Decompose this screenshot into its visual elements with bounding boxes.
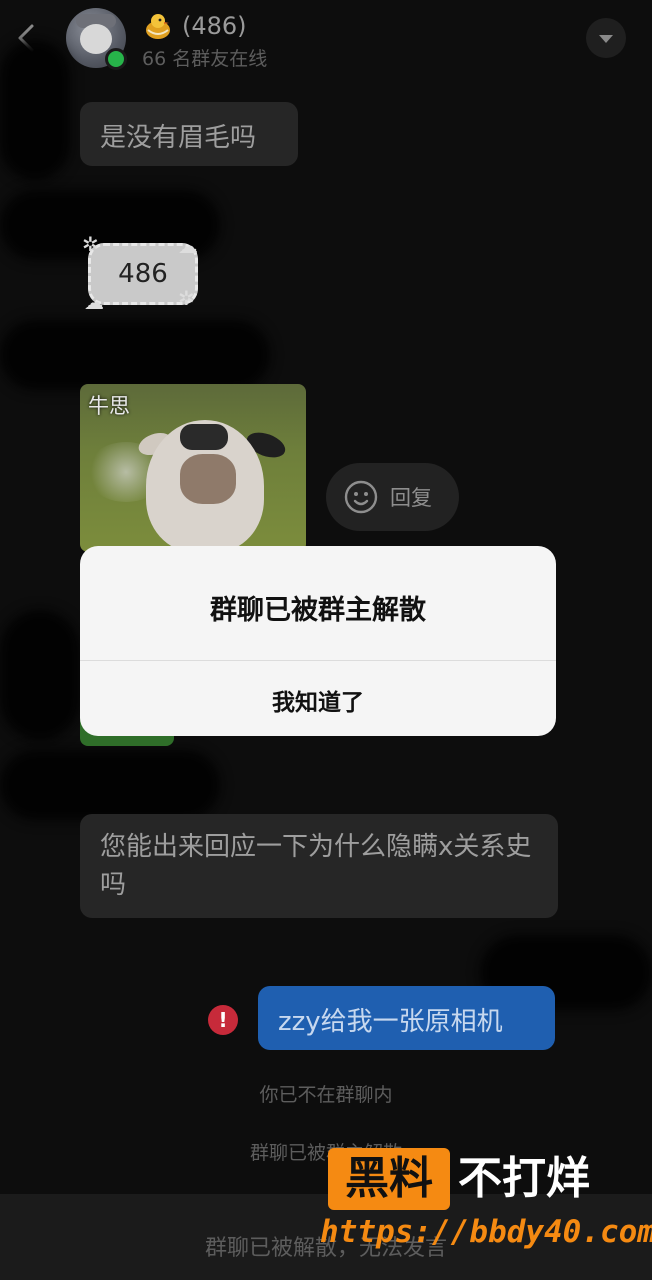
message-bubble[interactable]: 您能出来回应一下为什么隐瞒x关系史吗 bbox=[80, 814, 558, 918]
redaction-scribble bbox=[0, 610, 80, 740]
online-count: 66 名群友在线 bbox=[142, 48, 268, 70]
reply-button[interactable]: 回复 bbox=[326, 463, 459, 531]
reply-label: 回复 bbox=[390, 486, 432, 510]
cloud-icon: ☁ bbox=[178, 234, 198, 258]
online-status-dot bbox=[105, 48, 127, 70]
watermark-url: https://bbdy40.com bbox=[320, 1214, 652, 1250]
chat-header: (486) 66 名群友在线 bbox=[0, 0, 652, 80]
my-message-bubble[interactable]: zzy给我一张原相机 bbox=[258, 986, 555, 1050]
meme-caption: 牛思 bbox=[88, 394, 130, 418]
sticker-text: 486 bbox=[118, 259, 168, 289]
dialog-title: 群聊已被群主解散 bbox=[210, 595, 426, 626]
sparkle-icon: ✲ bbox=[82, 232, 99, 256]
chevron-down-icon[interactable] bbox=[586, 18, 626, 58]
smile-icon bbox=[344, 480, 378, 514]
confirm-button[interactable]: 我知道了 bbox=[80, 661, 556, 736]
redaction-scribble bbox=[0, 40, 70, 180]
cloud-icon: ☁ bbox=[84, 290, 104, 314]
error-icon[interactable]: ! bbox=[208, 1005, 238, 1035]
alert-dialog: 群聊已被群主解散 我知道了 bbox=[80, 546, 556, 736]
meme-image[interactable]: 牛思 bbox=[80, 384, 306, 552]
sparkle-icon: ✲ bbox=[178, 286, 195, 310]
watermark: 黑料 不打烊 https://bbdy40.com bbox=[320, 1148, 652, 1258]
watermark-brand-sub: 不打烊 bbox=[458, 1153, 590, 1204]
group-title-row[interactable]: (486) bbox=[142, 8, 247, 44]
system-note: 你已不在群聊内 bbox=[259, 1084, 393, 1106]
message-bubble[interactable]: 是没有眉毛吗 bbox=[80, 102, 298, 166]
redaction-scribble bbox=[0, 320, 270, 390]
group-title: (486) bbox=[182, 12, 247, 40]
redaction-scribble bbox=[0, 750, 220, 820]
chick-icon bbox=[146, 14, 170, 39]
watermark-brand-main: 黑料 bbox=[345, 1153, 433, 1204]
